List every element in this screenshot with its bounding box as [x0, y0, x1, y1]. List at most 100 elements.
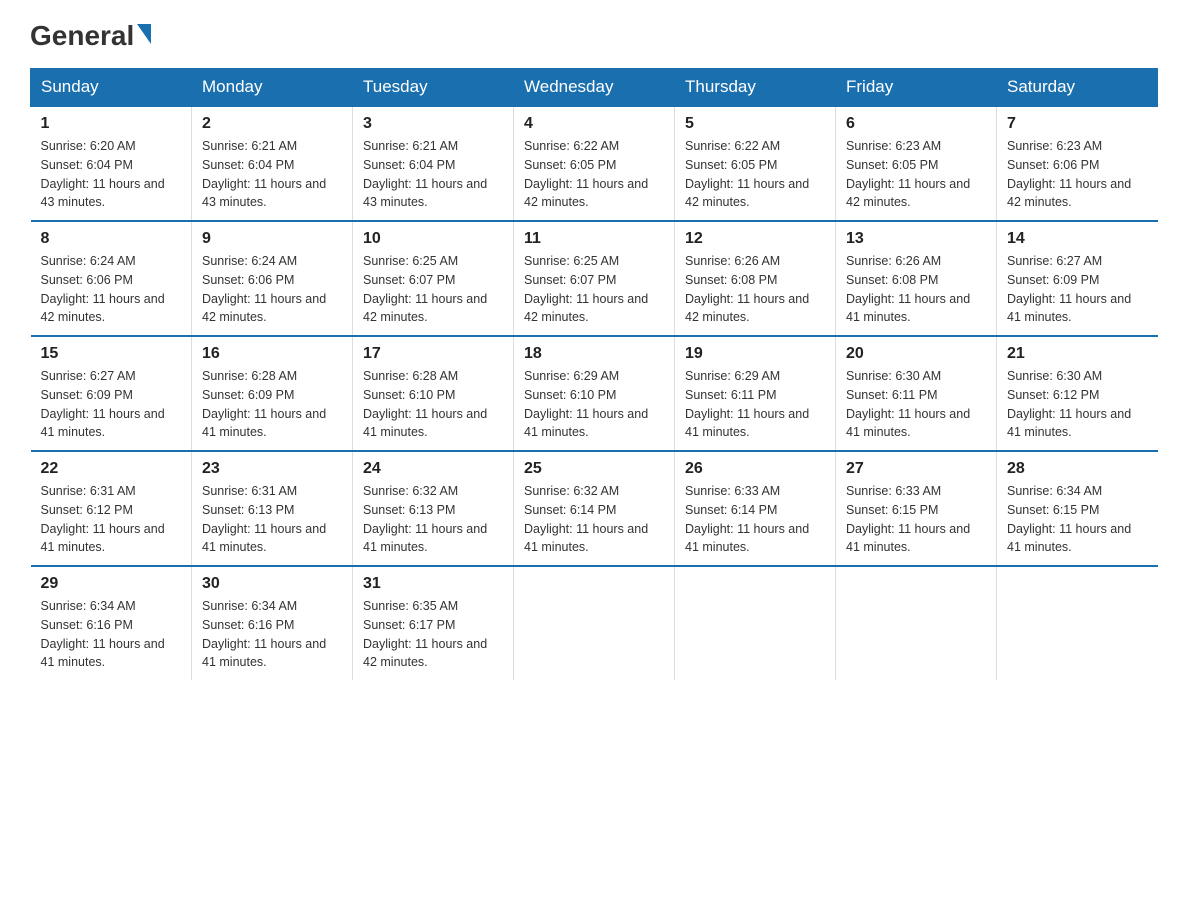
- day-number: 11: [524, 230, 664, 248]
- calendar-cell: 15 Sunrise: 6:27 AMSunset: 6:09 PMDaylig…: [31, 336, 192, 451]
- calendar-cell: [997, 566, 1158, 680]
- day-number: 18: [524, 345, 664, 363]
- calendar-cell: 7 Sunrise: 6:23 AMSunset: 6:06 PMDayligh…: [997, 106, 1158, 221]
- calendar-cell: 6 Sunrise: 6:23 AMSunset: 6:05 PMDayligh…: [836, 106, 997, 221]
- calendar-cell: 1 Sunrise: 6:20 AMSunset: 6:04 PMDayligh…: [31, 106, 192, 221]
- day-info: Sunrise: 6:31 AMSunset: 6:13 PMDaylight:…: [202, 484, 326, 554]
- day-info: Sunrise: 6:22 AMSunset: 6:05 PMDaylight:…: [524, 139, 648, 209]
- day-info: Sunrise: 6:26 AMSunset: 6:08 PMDaylight:…: [685, 254, 809, 324]
- col-header-friday: Friday: [836, 69, 997, 107]
- day-number: 23: [202, 460, 342, 478]
- day-number: 2: [202, 115, 342, 133]
- day-number: 15: [41, 345, 182, 363]
- calendar-cell: 3 Sunrise: 6:21 AMSunset: 6:04 PMDayligh…: [353, 106, 514, 221]
- calendar-body: 1 Sunrise: 6:20 AMSunset: 6:04 PMDayligh…: [31, 106, 1158, 680]
- calendar-cell: 21 Sunrise: 6:30 AMSunset: 6:12 PMDaylig…: [997, 336, 1158, 451]
- col-header-monday: Monday: [192, 69, 353, 107]
- calendar-cell: 19 Sunrise: 6:29 AMSunset: 6:11 PMDaylig…: [675, 336, 836, 451]
- col-header-wednesday: Wednesday: [514, 69, 675, 107]
- calendar-cell: [836, 566, 997, 680]
- calendar-cell: 24 Sunrise: 6:32 AMSunset: 6:13 PMDaylig…: [353, 451, 514, 566]
- calendar-cell: 13 Sunrise: 6:26 AMSunset: 6:08 PMDaylig…: [836, 221, 997, 336]
- calendar-week-3: 15 Sunrise: 6:27 AMSunset: 6:09 PMDaylig…: [31, 336, 1158, 451]
- day-info: Sunrise: 6:33 AMSunset: 6:14 PMDaylight:…: [685, 484, 809, 554]
- calendar-cell: [675, 566, 836, 680]
- day-number: 12: [685, 230, 825, 248]
- day-info: Sunrise: 6:28 AMSunset: 6:09 PMDaylight:…: [202, 369, 326, 439]
- day-info: Sunrise: 6:21 AMSunset: 6:04 PMDaylight:…: [363, 139, 487, 209]
- day-number: 24: [363, 460, 503, 478]
- day-info: Sunrise: 6:32 AMSunset: 6:14 PMDaylight:…: [524, 484, 648, 554]
- col-header-sunday: Sunday: [31, 69, 192, 107]
- calendar-cell: 5 Sunrise: 6:22 AMSunset: 6:05 PMDayligh…: [675, 106, 836, 221]
- calendar-cell: 27 Sunrise: 6:33 AMSunset: 6:15 PMDaylig…: [836, 451, 997, 566]
- day-info: Sunrise: 6:22 AMSunset: 6:05 PMDaylight:…: [685, 139, 809, 209]
- day-number: 1: [41, 115, 182, 133]
- calendar-cell: 28 Sunrise: 6:34 AMSunset: 6:15 PMDaylig…: [997, 451, 1158, 566]
- day-info: Sunrise: 6:25 AMSunset: 6:07 PMDaylight:…: [363, 254, 487, 324]
- day-number: 25: [524, 460, 664, 478]
- day-number: 21: [1007, 345, 1148, 363]
- calendar-cell: 14 Sunrise: 6:27 AMSunset: 6:09 PMDaylig…: [997, 221, 1158, 336]
- day-info: Sunrise: 6:24 AMSunset: 6:06 PMDaylight:…: [41, 254, 165, 324]
- day-info: Sunrise: 6:33 AMSunset: 6:15 PMDaylight:…: [846, 484, 970, 554]
- day-info: Sunrise: 6:29 AMSunset: 6:11 PMDaylight:…: [685, 369, 809, 439]
- calendar-week-2: 8 Sunrise: 6:24 AMSunset: 6:06 PMDayligh…: [31, 221, 1158, 336]
- day-info: Sunrise: 6:34 AMSunset: 6:16 PMDaylight:…: [202, 599, 326, 669]
- day-number: 9: [202, 230, 342, 248]
- day-info: Sunrise: 6:27 AMSunset: 6:09 PMDaylight:…: [41, 369, 165, 439]
- day-info: Sunrise: 6:35 AMSunset: 6:17 PMDaylight:…: [363, 599, 487, 669]
- day-number: 13: [846, 230, 986, 248]
- day-number: 16: [202, 345, 342, 363]
- day-number: 20: [846, 345, 986, 363]
- day-number: 26: [685, 460, 825, 478]
- calendar-cell: 9 Sunrise: 6:24 AMSunset: 6:06 PMDayligh…: [192, 221, 353, 336]
- calendar-cell: 11 Sunrise: 6:25 AMSunset: 6:07 PMDaylig…: [514, 221, 675, 336]
- day-number: 3: [363, 115, 503, 133]
- calendar-cell: 20 Sunrise: 6:30 AMSunset: 6:11 PMDaylig…: [836, 336, 997, 451]
- day-info: Sunrise: 6:28 AMSunset: 6:10 PMDaylight:…: [363, 369, 487, 439]
- calendar-cell: 29 Sunrise: 6:34 AMSunset: 6:16 PMDaylig…: [31, 566, 192, 680]
- day-number: 31: [363, 575, 503, 593]
- day-info: Sunrise: 6:34 AMSunset: 6:15 PMDaylight:…: [1007, 484, 1131, 554]
- col-header-thursday: Thursday: [675, 69, 836, 107]
- day-info: Sunrise: 6:34 AMSunset: 6:16 PMDaylight:…: [41, 599, 165, 669]
- day-number: 30: [202, 575, 342, 593]
- calendar-cell: 26 Sunrise: 6:33 AMSunset: 6:14 PMDaylig…: [675, 451, 836, 566]
- calendar-cell: 17 Sunrise: 6:28 AMSunset: 6:10 PMDaylig…: [353, 336, 514, 451]
- day-number: 17: [363, 345, 503, 363]
- logo: General: [30, 20, 151, 48]
- calendar-cell: 18 Sunrise: 6:29 AMSunset: 6:10 PMDaylig…: [514, 336, 675, 451]
- calendar-cell: 16 Sunrise: 6:28 AMSunset: 6:09 PMDaylig…: [192, 336, 353, 451]
- day-number: 10: [363, 230, 503, 248]
- calendar-cell: 8 Sunrise: 6:24 AMSunset: 6:06 PMDayligh…: [31, 221, 192, 336]
- day-number: 14: [1007, 230, 1148, 248]
- day-info: Sunrise: 6:32 AMSunset: 6:13 PMDaylight:…: [363, 484, 487, 554]
- day-number: 4: [524, 115, 664, 133]
- day-info: Sunrise: 6:26 AMSunset: 6:08 PMDaylight:…: [846, 254, 970, 324]
- day-info: Sunrise: 6:23 AMSunset: 6:06 PMDaylight:…: [1007, 139, 1131, 209]
- calendar-cell: 2 Sunrise: 6:21 AMSunset: 6:04 PMDayligh…: [192, 106, 353, 221]
- calendar-cell: 12 Sunrise: 6:26 AMSunset: 6:08 PMDaylig…: [675, 221, 836, 336]
- day-info: Sunrise: 6:30 AMSunset: 6:11 PMDaylight:…: [846, 369, 970, 439]
- day-number: 29: [41, 575, 182, 593]
- calendar-cell: 25 Sunrise: 6:32 AMSunset: 6:14 PMDaylig…: [514, 451, 675, 566]
- day-info: Sunrise: 6:21 AMSunset: 6:04 PMDaylight:…: [202, 139, 326, 209]
- day-number: 27: [846, 460, 986, 478]
- day-info: Sunrise: 6:29 AMSunset: 6:10 PMDaylight:…: [524, 369, 648, 439]
- col-header-tuesday: Tuesday: [353, 69, 514, 107]
- day-info: Sunrise: 6:24 AMSunset: 6:06 PMDaylight:…: [202, 254, 326, 324]
- day-info: Sunrise: 6:23 AMSunset: 6:05 PMDaylight:…: [846, 139, 970, 209]
- calendar-cell: 30 Sunrise: 6:34 AMSunset: 6:16 PMDaylig…: [192, 566, 353, 680]
- day-info: Sunrise: 6:25 AMSunset: 6:07 PMDaylight:…: [524, 254, 648, 324]
- day-info: Sunrise: 6:27 AMSunset: 6:09 PMDaylight:…: [1007, 254, 1131, 324]
- day-info: Sunrise: 6:20 AMSunset: 6:04 PMDaylight:…: [41, 139, 165, 209]
- logo-arrow-icon: [137, 24, 151, 44]
- day-info: Sunrise: 6:30 AMSunset: 6:12 PMDaylight:…: [1007, 369, 1131, 439]
- calendar-header: SundayMondayTuesdayWednesdayThursdayFrid…: [31, 69, 1158, 107]
- day-number: 19: [685, 345, 825, 363]
- day-number: 22: [41, 460, 182, 478]
- logo-general-text: General: [30, 20, 134, 52]
- day-number: 7: [1007, 115, 1148, 133]
- day-info: Sunrise: 6:31 AMSunset: 6:12 PMDaylight:…: [41, 484, 165, 554]
